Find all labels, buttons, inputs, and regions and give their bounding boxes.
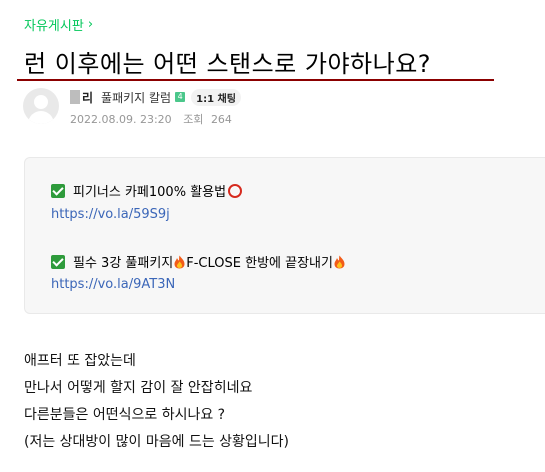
notice-item-1-link[interactable]: https://vo.la/59S9j — [51, 207, 170, 222]
fire-icon — [174, 255, 185, 268]
notice-item-2: 필수 3강 풀패키지 F-CLOSE 한방에 끝장내기 — [51, 252, 346, 271]
author-row: 리 풀패키지 칼럼 4 1:1 채팅 — [70, 88, 241, 106]
body-line-1: 애프터 또 잡았는데 — [24, 353, 136, 369]
check-icon — [51, 254, 65, 269]
check-icon — [51, 183, 65, 198]
notice-item-1: 피기너스 카페100% 활용법 — [51, 181, 243, 200]
author-name[interactable]: 리 — [82, 89, 93, 106]
views-label: 조회 — [183, 113, 204, 126]
notice-item-2-text-middle: F-CLOSE 한방에 끝장내기 — [186, 256, 333, 271]
body-line-3: 다른분들은 어떤식으로 하시나요 ? — [24, 407, 226, 423]
author-grade: 풀패키지 칼럼 — [101, 90, 172, 105]
blurred-name-block — [70, 90, 80, 104]
title-underline — [17, 79, 494, 81]
body-line-4: (저는 상대방이 많이 마음에 드는 상황입니다) — [24, 434, 290, 450]
body-line-2: 만나서 어떻게 할지 감이 잘 안잡히네요 — [24, 380, 253, 396]
board-breadcrumb-link[interactable]: 자유게시판 › — [24, 15, 93, 34]
fire-icon — [334, 255, 345, 268]
post-meta: 2022.08.09. 23:20 조회 264 — [70, 111, 232, 127]
avatar-head-shape — [34, 95, 48, 109]
notice-item-1-text: 피기너스 카페100% 활용법 — [73, 185, 227, 200]
avatar[interactable] — [23, 88, 59, 124]
ring-icon — [228, 183, 243, 198]
chat-button[interactable]: 1:1 채팅 — [191, 88, 241, 106]
board-name[interactable]: 자유게시판 — [24, 15, 84, 34]
notice-item-2-link[interactable]: https://vo.la/9AT3N — [51, 277, 175, 292]
notice-item-2-text-before: 필수 3강 풀패키지 — [73, 256, 174, 271]
views-count: 264 — [210, 113, 232, 126]
post-title: 런 이후에는 어떤 스탠스로 가야하나요? — [24, 50, 432, 78]
avatar-body-shape — [28, 111, 54, 124]
post-date: 2022.08.09. 23:20 — [70, 113, 172, 126]
notice-box: 피기너스 카페100% 활용법 https://vo.la/59S9j 필수 3… — [24, 157, 545, 314]
grade-badge-icon: 4 — [175, 92, 186, 102]
chevron-right-icon: › — [87, 17, 94, 32]
